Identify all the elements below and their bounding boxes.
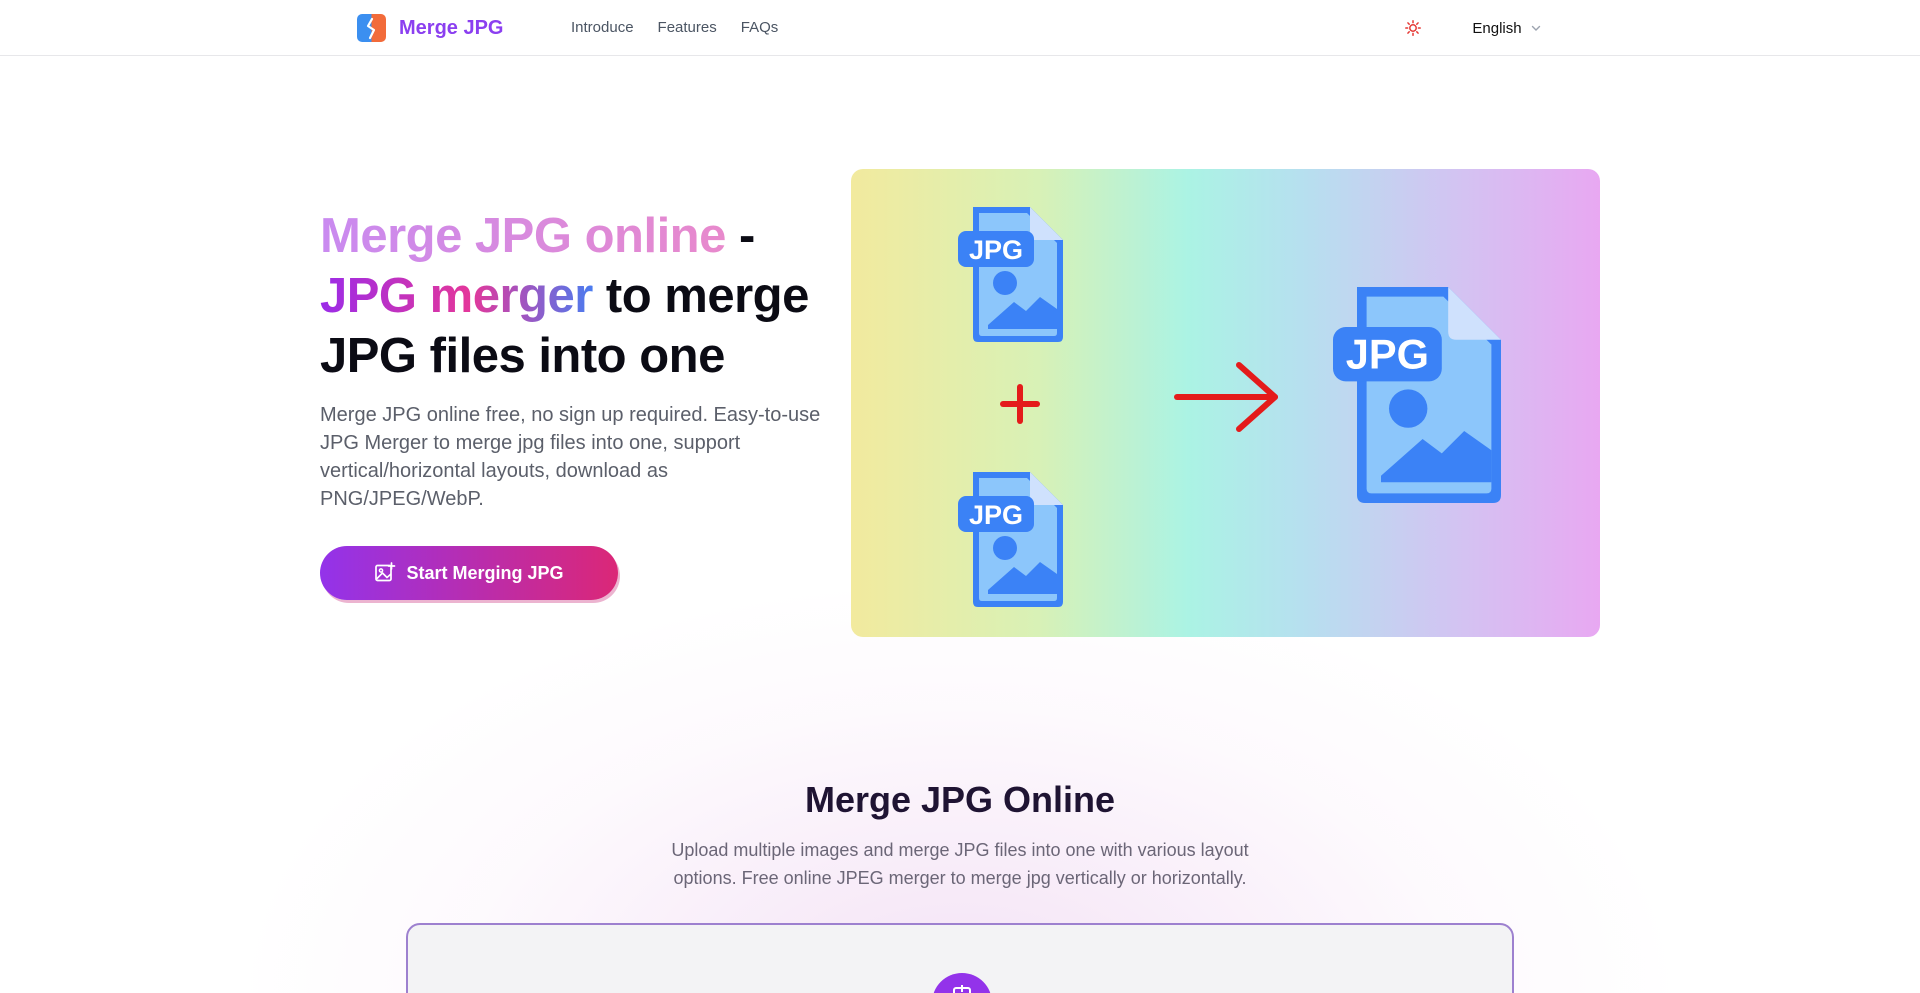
hero-title-part1: Merge JPG online	[320, 209, 726, 263]
jpg-file-icon-merged: JPG	[1333, 287, 1501, 503]
nav-item-faqs[interactable]: FAQs	[741, 18, 779, 38]
hero-title-dash: -	[725, 209, 755, 263]
start-merging-label: Start Merging JPG	[406, 562, 564, 583]
arrow-right-icon	[1174, 362, 1278, 432]
language-label: English	[1472, 19, 1522, 37]
nav-item-introduce[interactable]: Introduce	[571, 18, 634, 38]
nav-item-features[interactable]: Features	[658, 18, 717, 38]
theme-toggle-button[interactable]	[1394, 12, 1432, 44]
file-label-bottom: JPG	[969, 500, 1023, 530]
sun-icon	[1405, 20, 1421, 36]
brand-name[interactable]: Merge JPG	[399, 15, 503, 41]
upload-icon	[932, 973, 992, 993]
jpg-file-icon-top: JPG	[958, 207, 1063, 342]
hero-illustration: JPG JPG JPG	[851, 169, 1600, 637]
main-nav: Introduce Features FAQs	[571, 18, 778, 38]
image-plus-icon	[375, 562, 396, 582]
hero-title: Merge JPG online - JPG merger to merge J…	[320, 206, 840, 386]
logo-icon[interactable]	[357, 14, 386, 42]
hero-title-part2: JPG merger	[320, 269, 593, 323]
top-nav-bar: Merge JPG Introduce Features FAQs Englis…	[0, 0, 1920, 56]
file-label-merged: JPG	[1346, 331, 1429, 378]
language-select[interactable]: English	[1448, 12, 1566, 44]
start-merging-button[interactable]: Start Merging JPG	[320, 546, 618, 600]
jpg-file-icon-bottom: JPG	[958, 472, 1063, 607]
section-description: Upload multiple images and merge JPG fil…	[671, 840, 1249, 888]
hero-description: Merge JPG online free, no sign up requir…	[320, 404, 821, 510]
file-label-top: JPG	[969, 235, 1023, 265]
upload-dropzone[interactable]	[406, 923, 1514, 993]
chevron-down-icon	[1531, 25, 1540, 31]
section-title: Merge JPG Online	[804, 779, 1116, 820]
plus-icon	[1000, 384, 1040, 424]
